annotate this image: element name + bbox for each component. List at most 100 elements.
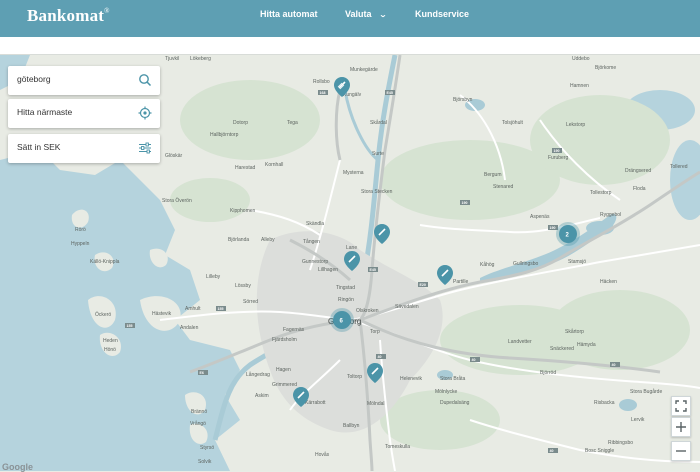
svg-text:Askim: Askim <box>255 393 269 399</box>
svg-text:Fjärdsholm: Fjärdsholm <box>272 337 297 343</box>
svg-text:Tomeskulla: Tomeskulla <box>385 444 410 450</box>
svg-text:Tolsjöhult: Tolsjöhult <box>502 120 523 126</box>
svg-text:Lervik: Lervik <box>631 417 645 423</box>
header-subbar <box>0 37 700 55</box>
nav-valuta[interactable]: Valuta ⌄ <box>345 9 387 19</box>
atm-cluster-2[interactable]: 2 <box>556 222 580 246</box>
nav-kundservice-label: Kundservice <box>415 9 470 19</box>
svg-text:190: 190 <box>550 226 556 230</box>
svg-text:Häcken: Häcken <box>600 279 617 285</box>
svg-text:Kåhög: Kåhög <box>480 261 495 268</box>
nav-hitta-automat[interactable]: Hitta automat <box>260 9 318 19</box>
crosshair-icon <box>138 106 152 120</box>
svg-text:Ballbyn: Ballbyn <box>343 423 360 429</box>
bankomat-logo[interactable]: Bankomat® <box>27 6 110 26</box>
svg-text:Stora Överön: Stora Överön <box>162 197 192 204</box>
svg-text:40: 40 <box>472 358 476 362</box>
zoom-in-button[interactable] <box>671 417 691 437</box>
svg-text:E45: E45 <box>370 268 376 272</box>
logo-text: Bankomat <box>27 6 105 25</box>
fullscreen-button[interactable] <box>671 396 691 416</box>
svg-text:155: 155 <box>218 307 224 311</box>
nav-hitta-automat-label: Hitta automat <box>260 9 318 19</box>
svg-text:Sörred: Sörred <box>243 299 258 305</box>
svg-text:Stamsjö: Stamsjö <box>568 259 586 265</box>
svg-text:Långedrag: Långedrag <box>246 371 270 378</box>
svg-text:Bergum: Bergum <box>484 172 502 178</box>
svg-text:Vrångö: Vrångö <box>190 420 206 427</box>
sliders-icon <box>139 142 151 154</box>
svg-text:E45: E45 <box>387 91 393 95</box>
svg-text:Brännö: Brännö <box>191 409 207 415</box>
svg-text:Lane: Lane <box>346 245 357 251</box>
minus-icon <box>676 450 686 452</box>
plus-icon <box>676 422 686 432</box>
svg-text:Surte: Surte <box>372 151 384 157</box>
svg-text:Lekstorp: Lekstorp <box>566 122 585 128</box>
svg-text:Lilleby: Lilleby <box>206 274 221 280</box>
svg-text:Rörö: Rörö <box>75 227 86 233</box>
svg-text:Munkegärde: Munkegärde <box>350 67 378 73</box>
svg-text:Hämyda: Hämyda <box>577 342 596 348</box>
svg-text:Lökeberg: Lökeberg <box>190 56 211 62</box>
svg-text:Grimmered: Grimmered <box>272 382 297 388</box>
svg-text:Andalen: Andalen <box>180 325 199 331</box>
svg-text:Gunnestorp: Gunnestorp <box>302 259 328 265</box>
svg-text:Björröd: Björröd <box>540 370 556 376</box>
svg-text:Tollestorp: Tollestorp <box>590 190 612 196</box>
svg-text:Lillhagen: Lillhagen <box>318 267 338 273</box>
svg-text:Heden: Heden <box>103 338 118 344</box>
svg-text:Landvetter: Landvetter <box>508 339 532 345</box>
svg-text:Styrsö: Styrsö <box>200 445 214 451</box>
svg-text:Ryggebol: Ryggebol <box>600 212 621 218</box>
svg-text:Solvik: Solvik <box>198 459 212 465</box>
find-nearest-button[interactable]: Hitta närmaste <box>8 99 160 128</box>
svg-text:Hyppeln: Hyppeln <box>71 241 90 247</box>
svg-text:E6: E6 <box>200 371 204 375</box>
svg-text:E20: E20 <box>420 283 426 287</box>
search-icon[interactable] <box>138 73 152 87</box>
currency-filter-label: Sätt in SEK <box>17 142 61 152</box>
svg-text:Mölnlycke: Mölnlycke <box>435 389 457 395</box>
currency-filter-button[interactable]: Sätt in SEK <box>8 134 160 163</box>
svg-text:Källö-Knippla: Källö-Knippla <box>90 259 120 265</box>
svg-text:Kornhall: Kornhall <box>265 162 283 168</box>
svg-text:40: 40 <box>378 355 382 359</box>
svg-text:Hästevik: Hästevik <box>152 311 172 317</box>
nav-kundservice[interactable]: Kundservice <box>415 9 469 19</box>
svg-text:Skårdal: Skårdal <box>370 119 387 126</box>
svg-text:Tjuvkil: Tjuvkil <box>165 56 179 62</box>
svg-text:Snäckered: Snäckered <box>550 346 574 352</box>
svg-text:Glöskär: Glöskär <box>165 153 183 159</box>
svg-text:Uddebo: Uddebo <box>572 56 590 62</box>
svg-text:Hovås: Hovås <box>315 451 330 458</box>
svg-text:Skändla: Skändla <box>306 221 324 227</box>
svg-text:Hönö: Hönö <box>104 347 116 353</box>
nav-valuta-label: Valuta <box>345 9 372 19</box>
search-input[interactable]: göteborg <box>17 74 51 84</box>
svg-text:Kärrabott: Kärrabott <box>305 400 326 406</box>
search-box[interactable]: göteborg <box>8 66 160 95</box>
zoom-out-button[interactable] <box>671 441 691 461</box>
svg-text:Ringön: Ringön <box>338 297 354 303</box>
svg-text:Öckerö: Öckerö <box>95 311 111 318</box>
svg-text:Skårtorp: Skårtorp <box>565 328 584 335</box>
fullscreen-icon <box>675 400 687 412</box>
find-nearest-label: Hitta närmaste <box>17 107 73 117</box>
registered-mark: ® <box>104 7 110 15</box>
svg-text:Tången: Tången <box>303 238 320 245</box>
svg-text:168: 168 <box>320 91 326 95</box>
svg-text:Gullringsbo: Gullringsbo <box>513 261 539 267</box>
svg-text:Fagernäs: Fagernäs <box>283 327 305 333</box>
svg-text:Hamnen: Hamnen <box>570 83 589 89</box>
atm-cluster-6[interactable]: 6 <box>330 308 354 332</box>
svg-text:Lössby: Lössby <box>235 283 251 289</box>
chevron-down-icon: ⌄ <box>378 12 387 19</box>
svg-text:Tingstad: Tingstad <box>336 285 355 291</box>
svg-text:Torp: Torp <box>370 329 380 335</box>
svg-text:Helenevik: Helenevik <box>400 376 422 382</box>
svg-text:155: 155 <box>127 324 133 328</box>
svg-text:Björlanda: Björlanda <box>228 237 249 243</box>
svg-text:Drängsered: Drängsered <box>625 168 651 174</box>
svg-text:Björsbyn: Björsbyn <box>453 97 473 103</box>
